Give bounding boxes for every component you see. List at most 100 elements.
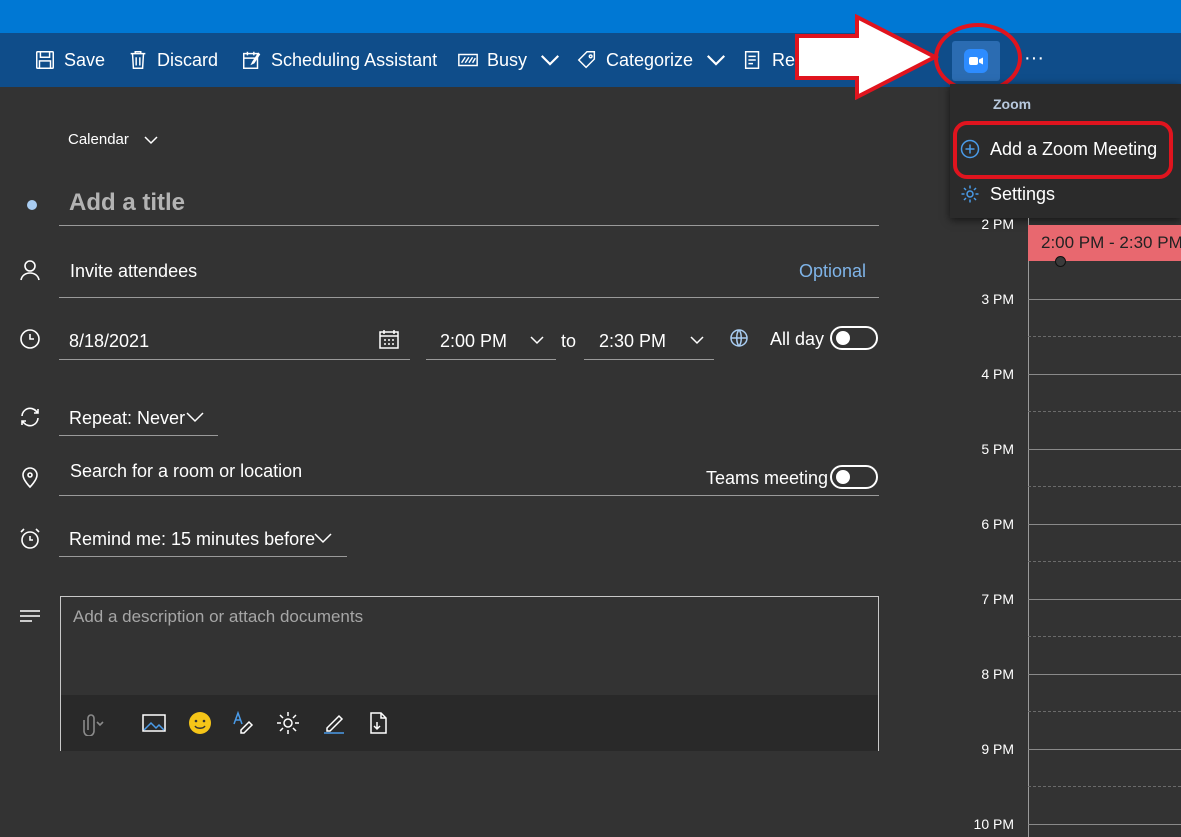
status-icon (458, 53, 478, 67)
hour-label: 4 PM (981, 366, 1014, 382)
scheduling-assistant-button[interactable]: Scheduling Assistant (241, 33, 437, 87)
categorize-dropdown[interactable]: Categorize (576, 33, 727, 87)
chevron-down-icon (707, 55, 726, 66)
location-underline (59, 495, 879, 496)
teams-meeting-label: Teams meeting (706, 468, 829, 488)
all-day-label: All day (770, 329, 825, 349)
annotation-circle (934, 23, 1022, 93)
busy-label: Busy (487, 49, 528, 70)
teams-meeting-toggle[interactable] (830, 465, 878, 489)
half-hour-line (1028, 336, 1181, 337)
hour-line (1028, 749, 1181, 750)
hour-label: 2 PM (981, 216, 1014, 232)
end-time-underline (584, 359, 714, 360)
hour-line (1028, 374, 1181, 375)
scheduling-assistant-label: Scheduling Assistant (271, 49, 438, 70)
hour-label: 9 PM (981, 741, 1014, 757)
discard-button[interactable]: Discard (127, 33, 218, 87)
chevron-down-icon (690, 336, 704, 345)
repeat-underline (59, 435, 218, 436)
hour-label: 3 PM (981, 291, 1014, 307)
invite-attendees-input[interactable]: Invite attendees (70, 261, 197, 282)
zoom-menu-header: Zoom (993, 96, 1032, 112)
attach-icon[interactable] (79, 710, 105, 736)
start-time-select[interactable]: 2:00 PM (440, 331, 507, 352)
person-icon (20, 260, 40, 281)
repeat-select[interactable]: Repeat: Never (69, 408, 185, 429)
hour-label: 7 PM (981, 591, 1014, 607)
hour-label: 10 PM (973, 816, 1014, 832)
half-hour-line (1028, 636, 1181, 637)
alarm-icon (20, 528, 40, 549)
date-underline (59, 359, 410, 360)
to-label: to (561, 331, 577, 351)
title-input[interactable]: Add a title (69, 189, 185, 217)
hour-line (1028, 674, 1181, 675)
chevron-down-icon (530, 336, 544, 345)
categorize-label: Categorize (606, 49, 694, 70)
day-calendar-column (1028, 218, 1181, 837)
toggle-knob (836, 331, 850, 345)
chevron-down-icon (314, 533, 332, 544)
description-editor[interactable]: Add a description or attach documents (60, 596, 879, 751)
start-time-underline (426, 359, 556, 360)
save-icon (36, 51, 54, 69)
save-label: Save (64, 49, 106, 70)
description-lines-icon (20, 610, 40, 622)
hour-label: 6 PM (981, 516, 1014, 532)
description-placeholder: Add a description or attach documents (73, 607, 364, 626)
discard-label: Discard (157, 49, 219, 70)
busy-dropdown[interactable]: Busy (457, 33, 561, 87)
reminder-select[interactable]: Remind me: 15 minutes before (69, 529, 315, 550)
hour-line (1028, 299, 1181, 300)
title-underline (59, 225, 879, 226)
spellcheck-icon[interactable] (231, 710, 257, 736)
date-input[interactable]: 8/18/2021 (69, 331, 149, 352)
reminder-underline (59, 556, 347, 557)
all-day-toggle[interactable] (830, 326, 878, 350)
chevron-down-icon (541, 55, 560, 66)
hour-line (1028, 824, 1181, 825)
trash-icon (130, 51, 146, 69)
more-options-button[interactable]: ··· (1016, 44, 1052, 78)
calendar-color-dot (27, 200, 37, 210)
optional-attendees-link[interactable]: Optional (799, 261, 866, 282)
location-input[interactable]: Search for a room or location (70, 461, 302, 482)
hour-line (1028, 449, 1181, 450)
half-hour-line (1028, 486, 1181, 487)
half-hour-line (1028, 786, 1181, 787)
half-hour-line (1028, 561, 1181, 562)
annotation-arrow (795, 14, 940, 100)
calendar-picker-icon[interactable] (378, 328, 400, 350)
hour-line (1028, 599, 1181, 600)
emoji-icon[interactable] (187, 710, 213, 736)
clock-icon (20, 329, 40, 349)
location-pin-icon (22, 467, 38, 489)
chevron-down-icon (144, 135, 158, 144)
hour-label: 8 PM (981, 666, 1014, 682)
timezone-icon[interactable] (728, 327, 750, 349)
half-hour-line (1028, 411, 1181, 412)
formatting-toolbar (61, 695, 878, 751)
save-button[interactable]: Save (34, 33, 105, 87)
gear-icon (961, 185, 979, 203)
signature-icon[interactable] (321, 710, 347, 736)
image-icon[interactable] (141, 710, 167, 736)
repeat-icon (21, 407, 39, 427)
invite-underline (59, 297, 879, 298)
end-time-select[interactable]: 2:30 PM (599, 331, 666, 352)
calendar-event-block[interactable]: 2:00 PM - 2:30 PM (1028, 225, 1181, 261)
zoom-settings-label: Settings (990, 183, 1056, 204)
calendar-label: Calendar (68, 131, 129, 148)
brightness-icon[interactable] (275, 710, 301, 736)
hour-line (1028, 524, 1181, 525)
zoom-settings-item[interactable]: Settings (960, 179, 1055, 209)
response-options-icon (744, 51, 760, 69)
calendar-selector[interactable]: Calendar (68, 131, 159, 148)
chevron-down-icon (186, 412, 204, 423)
event-resize-handle[interactable] (1055, 256, 1066, 267)
title-bar (0, 0, 1181, 33)
half-hour-line (1028, 711, 1181, 712)
insert-document-icon[interactable] (365, 710, 391, 736)
toggle-knob (836, 470, 850, 484)
